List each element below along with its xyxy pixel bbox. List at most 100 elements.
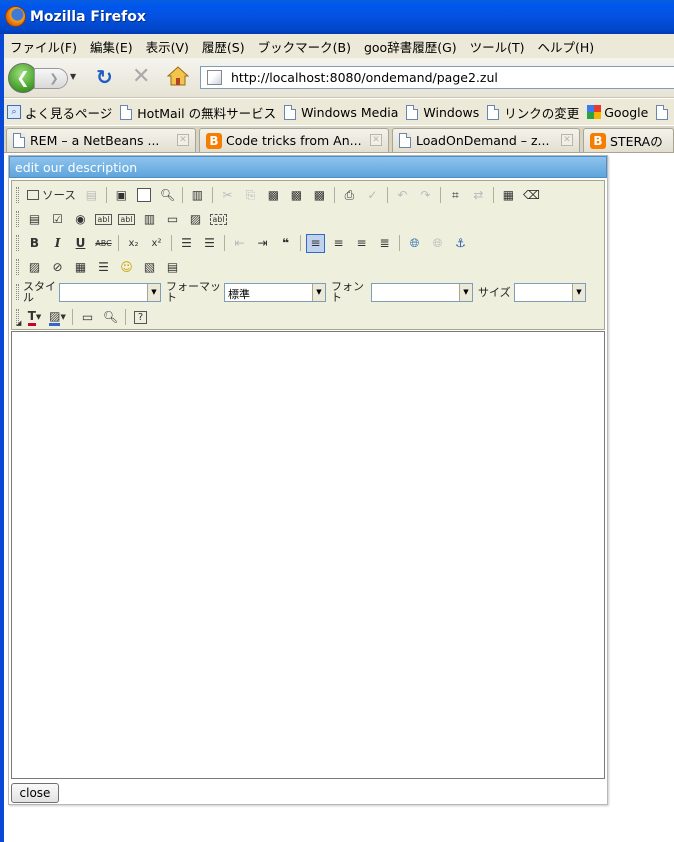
button-field-icon[interactable]: ▭ xyxy=(163,210,182,229)
flash-icon[interactable]: ⊘ xyxy=(48,258,67,277)
bookmark-change-links[interactable]: リンクの変更 xyxy=(484,103,584,122)
reload-icon[interactable]: ↻ xyxy=(96,65,113,89)
paste-text-icon[interactable]: ▩ xyxy=(287,186,306,205)
about-icon[interactable]: ? xyxy=(131,308,150,327)
textarea-icon[interactable]: abl xyxy=(117,210,136,229)
select-all-icon[interactable]: ▦ xyxy=(499,186,518,205)
background-color-icon[interactable]: ▨ ▼ xyxy=(48,308,67,327)
bulleted-list-icon[interactable]: ☰ xyxy=(200,234,219,253)
forward-button[interactable]: ❯ xyxy=(34,68,68,89)
menu-bookmarks[interactable]: ブックマーク(B) xyxy=(252,37,358,56)
toolbar-grip[interactable] xyxy=(16,187,19,203)
bookmark-overflow[interactable] xyxy=(653,104,674,120)
checkbox-icon[interactable]: ☑ xyxy=(48,210,67,229)
editor-content-area[interactable] xyxy=(11,331,605,779)
find-icon[interactable]: ⌗ xyxy=(446,186,465,205)
superscript-icon[interactable]: x² xyxy=(147,234,166,253)
replace-icon[interactable]: ⇄ xyxy=(469,186,488,205)
tab-close-icon[interactable]: ✕ xyxy=(177,134,189,146)
tab-loadondemand[interactable]: LoadOnDemand – z... ✕ xyxy=(392,128,580,152)
paste-icon[interactable]: ▩ xyxy=(264,186,283,205)
templates-icon[interactable]: ▥ xyxy=(188,186,207,205)
undo-icon[interactable]: ↶ xyxy=(393,186,412,205)
bookmark-hotmail[interactable]: HotMail の無料サービス xyxy=(117,103,281,122)
font-select[interactable]: ▼ xyxy=(371,282,473,302)
bookmark-frequent-pages[interactable]: ⌕ よく見るページ xyxy=(4,103,117,122)
strikethrough-icon[interactable]: ABC xyxy=(94,234,113,253)
anchor-icon[interactable]: ⚓︎ xyxy=(451,234,470,253)
show-blocks-icon[interactable]: 🔍︎ xyxy=(101,308,120,327)
paste-word-icon[interactable]: ▩ xyxy=(310,186,329,205)
save-icon[interactable]: ▣ xyxy=(112,186,131,205)
menu-goo-dictionary-history[interactable]: goo辞書履歴(G) xyxy=(358,37,464,56)
outdent-icon[interactable]: ⇤ xyxy=(230,234,249,253)
tab-stera[interactable]: B STERAの xyxy=(583,128,674,152)
hidden-field-icon[interactable]: abl xyxy=(209,210,228,229)
url-bar[interactable]: http://localhost:8080/ondemand/page2.zul xyxy=(200,66,674,89)
align-right-icon[interactable]: ≡ xyxy=(352,234,371,253)
size-select[interactable]: ▼ xyxy=(514,282,586,302)
textfield-icon[interactable]: abl xyxy=(94,210,113,229)
form-icon[interactable]: ▤ xyxy=(25,210,44,229)
subscript-icon[interactable]: x₂ xyxy=(124,234,143,253)
text-color-icon[interactable]: T ▼ xyxy=(25,308,44,327)
indent-icon[interactable]: ⇥ xyxy=(253,234,272,253)
url-text[interactable]: http://localhost:8080/ondemand/page2.zul xyxy=(231,70,498,85)
close-button[interactable]: close xyxy=(11,783,59,803)
maximize-icon[interactable]: ▭ xyxy=(78,308,97,327)
menu-history[interactable]: 履歴(S) xyxy=(196,37,252,56)
tab-rem-netbeans[interactable]: REM – a NetBeans ... ✕ xyxy=(6,128,196,152)
bookmark-windows-media[interactable]: Windows Media xyxy=(281,104,403,120)
image-button-icon[interactable]: ▨ xyxy=(186,210,205,229)
menu-tools[interactable]: ツール(T) xyxy=(464,37,532,56)
menu-help[interactable]: ヘルプ(H) xyxy=(532,37,602,56)
align-justify-icon[interactable]: ≣ xyxy=(375,234,394,253)
style-select[interactable]: ▼ xyxy=(59,282,161,302)
bookmark-google[interactable]: Google xyxy=(584,105,653,120)
menubar: ファイル(F) 編集(E) 表示(V) 履歴(S) ブックマーク(B) goo辞… xyxy=(4,34,674,58)
home-icon[interactable] xyxy=(167,66,189,86)
blockquote-icon[interactable]: ❝ xyxy=(276,234,295,253)
remove-format-icon[interactable]: ⌫ xyxy=(522,186,541,205)
source-button[interactable]: ソース xyxy=(25,186,78,205)
tab-close-icon[interactable]: ✕ xyxy=(561,134,573,146)
menu-file[interactable]: ファイル(F) xyxy=(4,37,84,56)
cut-icon[interactable]: ✂ xyxy=(218,186,237,205)
unlink-icon[interactable]: 🌐︎ xyxy=(428,234,447,253)
redo-icon[interactable]: ↷ xyxy=(416,186,435,205)
tab-code-tricks[interactable]: B Code tricks from An... ✕ xyxy=(199,128,389,152)
align-center-icon[interactable]: ≡ xyxy=(329,234,348,253)
toolbar-grip[interactable] xyxy=(16,235,19,251)
template-icon[interactable]: ▤ xyxy=(82,186,101,205)
toolbar-grip[interactable] xyxy=(16,259,19,275)
menu-view[interactable]: 表示(V) xyxy=(140,37,196,56)
underline-icon[interactable]: U xyxy=(71,234,90,253)
page-break-icon[interactable]: ▤ xyxy=(163,258,182,277)
menu-edit[interactable]: 編集(E) xyxy=(84,37,140,56)
preview-icon[interactable]: 🔍︎ xyxy=(158,186,177,205)
table-icon[interactable]: ▦ xyxy=(71,258,90,277)
italic-icon[interactable]: I xyxy=(48,234,67,253)
copy-icon[interactable]: ⎘ xyxy=(241,186,260,205)
tab-close-icon[interactable]: ✕ xyxy=(370,134,382,146)
horizontal-rule-icon[interactable]: ☰ xyxy=(94,258,113,277)
numbered-list-icon[interactable]: ☰ xyxy=(177,234,196,253)
radio-icon[interactable]: ◉ xyxy=(71,210,90,229)
stop-icon[interactable]: ✕ xyxy=(132,64,150,89)
collapse-toolbar-icon[interactable]: ◢ xyxy=(16,319,21,327)
print-icon[interactable]: ⎙ xyxy=(340,186,359,205)
format-select[interactable]: 標準 ▼ xyxy=(224,282,326,302)
select-field-icon[interactable]: ▥ xyxy=(140,210,159,229)
bookmark-windows[interactable]: Windows xyxy=(403,104,484,120)
smiley-icon[interactable]: ☺ xyxy=(117,258,136,277)
new-page-icon[interactable] xyxy=(135,186,154,205)
history-dropdown-icon[interactable]: ▼ xyxy=(70,72,76,81)
align-left-icon[interactable]: ≡ xyxy=(306,233,325,253)
image-icon[interactable]: ▨ xyxy=(25,258,44,277)
special-char-icon[interactable]: ▧ xyxy=(140,258,159,277)
spellcheck-icon[interactable]: ✓ xyxy=(363,186,382,205)
toolbar-grip[interactable] xyxy=(16,284,19,300)
bold-icon[interactable]: B xyxy=(25,234,44,253)
toolbar-grip[interactable] xyxy=(16,211,19,227)
link-icon[interactable]: 🌐︎ xyxy=(405,234,424,253)
